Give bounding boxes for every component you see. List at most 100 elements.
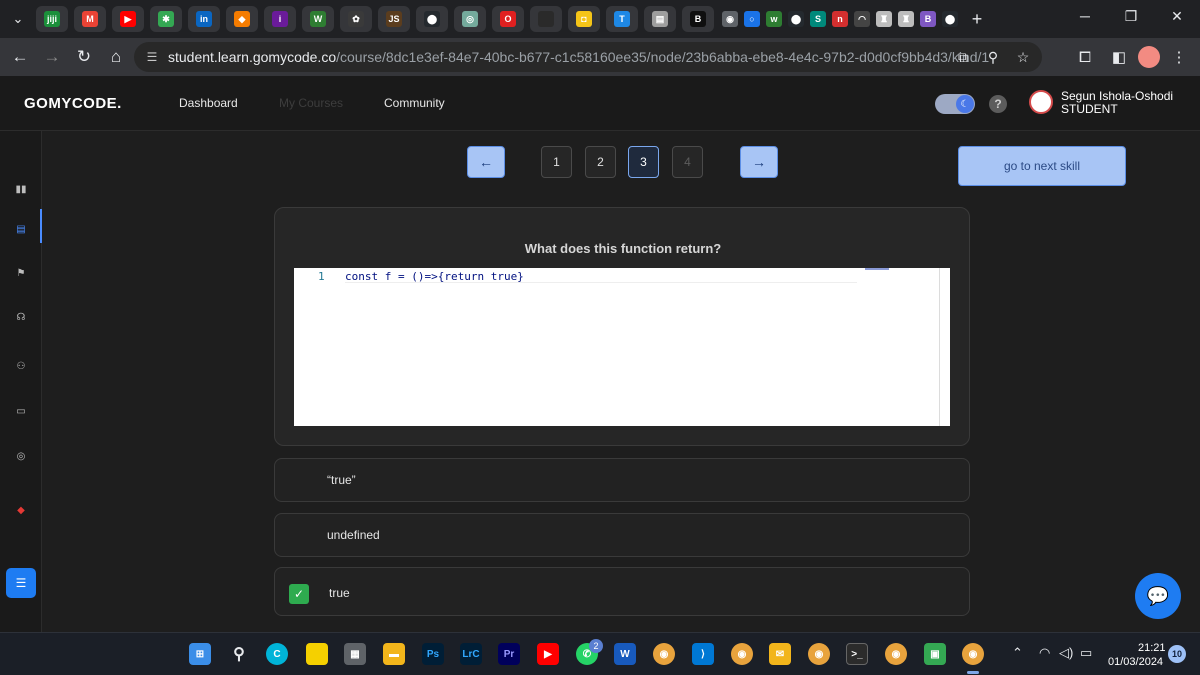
browser-tab[interactable]: ⬤ bbox=[940, 6, 960, 32]
notification-badge[interactable]: 10 bbox=[1168, 645, 1186, 663]
browser-tab[interactable]: n bbox=[830, 6, 850, 32]
browser-tab[interactable]: jiji bbox=[36, 6, 68, 32]
browser-tab[interactable]: B bbox=[918, 6, 938, 32]
minimize-button[interactable]: ─ bbox=[1062, 0, 1108, 32]
browser-tab[interactable]: ◉ bbox=[720, 6, 740, 32]
browser-tab[interactable]: w bbox=[764, 6, 784, 32]
gomycode-logo[interactable]: GOMYCODE. bbox=[24, 95, 122, 112]
answer-option[interactable]: undefined bbox=[274, 513, 970, 557]
address-bar[interactable]: ☰ student.learn.gomycode.co/course/8dc1e… bbox=[134, 42, 1042, 72]
browser-tab[interactable]: M bbox=[74, 6, 106, 32]
browser-tab[interactable]: ◎ bbox=[454, 6, 486, 32]
chrome-icon[interactable]: ◉ bbox=[731, 643, 753, 665]
clock-time[interactable]: 21:21 bbox=[1138, 642, 1166, 654]
restore-button[interactable]: ❐ bbox=[1108, 0, 1154, 32]
stats-icon[interactable]: ▮▮ bbox=[13, 181, 29, 197]
editor-scrollbar[interactable] bbox=[939, 268, 940, 426]
windows-start-icon[interactable]: ⊞ bbox=[189, 643, 211, 665]
install-app-icon[interactable]: ⧉ bbox=[952, 49, 974, 66]
mail-icon[interactable]: ✉ bbox=[769, 643, 791, 665]
chrome-menu-icon[interactable]: ⋮ bbox=[1164, 42, 1194, 72]
browser-tab[interactable]: JS bbox=[378, 6, 410, 32]
target-icon[interactable]: ◎ bbox=[13, 448, 29, 464]
search-icon[interactable]: ⚲ bbox=[228, 643, 250, 665]
photoshop-icon[interactable]: Ps bbox=[422, 643, 444, 665]
theme-toggle[interactable]: ☾ bbox=[935, 94, 975, 114]
page-3-button[interactable]: 3 bbox=[628, 146, 659, 178]
previous-question-button[interactable]: ← bbox=[467, 146, 505, 178]
chrome-icon[interactable]: ◉ bbox=[653, 643, 675, 665]
forward-button[interactable]: → bbox=[36, 41, 68, 73]
nav-community[interactable]: Community bbox=[384, 96, 445, 110]
premiere-icon[interactable]: Pr bbox=[498, 643, 520, 665]
checkmark-icon[interactable]: ✓ bbox=[289, 584, 309, 604]
ruby-icon[interactable]: ◆ bbox=[13, 502, 29, 518]
answer-option[interactable]: “true” bbox=[274, 458, 970, 502]
tray-chevron-icon[interactable]: ⌃ bbox=[1012, 645, 1023, 661]
tab-search-chevron-icon[interactable]: ⌄ bbox=[0, 0, 36, 38]
answer-option-selected[interactable]: ✓ true bbox=[274, 567, 970, 616]
calculator-icon[interactable]: ▦ bbox=[344, 643, 366, 665]
browser-tab[interactable]: O bbox=[492, 6, 524, 32]
url-text[interactable]: student.learn.gomycode.co/course/8dc1e3e… bbox=[168, 49, 989, 65]
browser-tab[interactable]: ◆ bbox=[226, 6, 258, 32]
page-2-button[interactable]: 2 bbox=[585, 146, 616, 178]
battery-icon[interactable]: ▭ bbox=[1080, 645, 1092, 661]
zoom-icon[interactable]: ⚲ bbox=[982, 49, 1004, 66]
reload-button[interactable]: ↻ bbox=[68, 41, 100, 73]
meet-icon[interactable]: ▣ bbox=[924, 643, 946, 665]
laptop-icon[interactable]: ▭ bbox=[13, 403, 29, 419]
side-panel-icon[interactable]: ◧ bbox=[1104, 42, 1134, 72]
vscode-icon[interactable]: ⟩ bbox=[692, 643, 714, 665]
browser-tab[interactable]: T bbox=[606, 6, 638, 32]
chat-support-button[interactable]: 💬 bbox=[1135, 573, 1181, 619]
document-icon[interactable]: ▤ bbox=[13, 221, 29, 237]
browser-tab[interactable]: ⬤ bbox=[416, 6, 448, 32]
chrome-icon[interactable]: ◉ bbox=[885, 643, 907, 665]
browser-tab[interactable]: ♜ bbox=[896, 6, 916, 32]
next-question-button[interactable]: → bbox=[740, 146, 778, 178]
browser-tab[interactable]: ⬤ bbox=[786, 6, 806, 32]
youtube-icon[interactable]: ▶ bbox=[537, 643, 559, 665]
extensions-icon[interactable]: ⧠ bbox=[1070, 42, 1100, 72]
minimap[interactable] bbox=[865, 268, 889, 270]
browser-tab[interactable]: W bbox=[302, 6, 334, 32]
browser-tab[interactable]: ▶ bbox=[112, 6, 144, 32]
user-avatar[interactable] bbox=[1029, 90, 1053, 114]
terminal-icon[interactable]: >_ bbox=[846, 643, 868, 665]
list-menu-button[interactable]: ☰ bbox=[6, 568, 36, 598]
clock-date[interactable]: 01/03/2024 bbox=[1108, 656, 1163, 668]
browser-tab[interactable]: ◘ bbox=[568, 6, 600, 32]
file-explorer-icon[interactable]: ▬ bbox=[383, 643, 405, 665]
page-1-button[interactable]: 1 bbox=[541, 146, 572, 178]
help-icon[interactable]: ? bbox=[989, 95, 1007, 113]
sticky-notes-icon[interactable] bbox=[306, 643, 328, 665]
page-4-button[interactable]: 4 bbox=[672, 146, 703, 178]
home-button[interactable]: ⌂ bbox=[100, 41, 132, 73]
chrome-icon[interactable]: ◉ bbox=[962, 643, 984, 665]
user-name[interactable]: Segun Ishola-Oshodi bbox=[1061, 89, 1173, 103]
browser-tab[interactable]: ◠ bbox=[852, 6, 872, 32]
profile-avatar[interactable] bbox=[1138, 46, 1160, 68]
nav-my-courses[interactable]: My Courses bbox=[279, 96, 343, 110]
workshop-icon[interactable]: ☊ bbox=[13, 309, 29, 325]
code-editor[interactable]: 1 const f = ()=>{return true} bbox=[294, 268, 950, 426]
bookmark-star-icon[interactable]: ☆ bbox=[1012, 49, 1034, 66]
new-tab-button[interactable]: + bbox=[964, 6, 990, 32]
site-info-icon[interactable]: ☰ bbox=[138, 42, 166, 72]
browser-tab[interactable]: ♜ bbox=[874, 6, 894, 32]
nav-dashboard[interactable]: Dashboard bbox=[179, 96, 238, 110]
community-icon[interactable]: ⚇ bbox=[13, 358, 29, 374]
wifi-icon[interactable]: ◠ bbox=[1039, 645, 1050, 661]
browser-tab[interactable]: ○ bbox=[742, 6, 762, 32]
browser-tab[interactable]: B bbox=[682, 6, 714, 32]
close-window-button[interactable]: ✕ bbox=[1154, 0, 1200, 32]
back-button[interactable]: ← bbox=[4, 41, 36, 73]
next-skill-button[interactable]: go to next skill bbox=[958, 146, 1126, 186]
word-icon[interactable]: W bbox=[614, 643, 636, 665]
browser-tab[interactable]: ✿ bbox=[340, 6, 372, 32]
browser-tab[interactable] bbox=[530, 6, 562, 32]
canva-icon[interactable]: C bbox=[266, 643, 288, 665]
browser-tab[interactable]: S bbox=[808, 6, 828, 32]
browser-tab[interactable]: ▤ bbox=[644, 6, 676, 32]
